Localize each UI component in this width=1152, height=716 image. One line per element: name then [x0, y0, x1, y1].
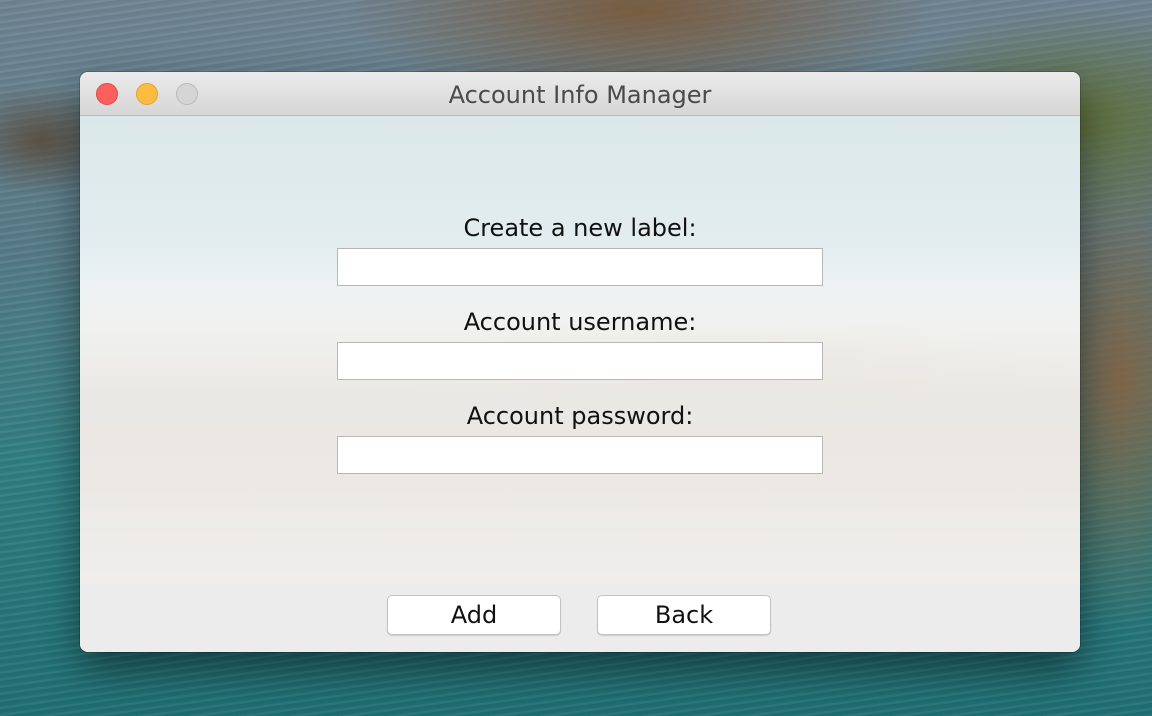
password-input[interactable] — [337, 436, 823, 474]
title-bar[interactable]: Account Info Manager — [80, 72, 1080, 116]
back-button[interactable]: Back — [597, 595, 771, 635]
password-label: Account password: — [466, 402, 694, 430]
new-label-input[interactable] — [337, 248, 823, 286]
button-bar: Add Back — [80, 582, 1080, 652]
username-label: Account username: — [463, 308, 697, 336]
account-form: Create a new label: Account username: Ac… — [337, 210, 823, 492]
add-button[interactable]: Add — [387, 595, 561, 635]
new-label-label: Create a new label: — [463, 214, 697, 242]
window-title: Account Info Manager — [448, 81, 712, 109]
account-info-window: Account Info Manager Create a new label:… — [80, 72, 1080, 652]
form-panel: Create a new label: Account username: Ac… — [80, 116, 1080, 582]
username-input[interactable] — [337, 342, 823, 380]
